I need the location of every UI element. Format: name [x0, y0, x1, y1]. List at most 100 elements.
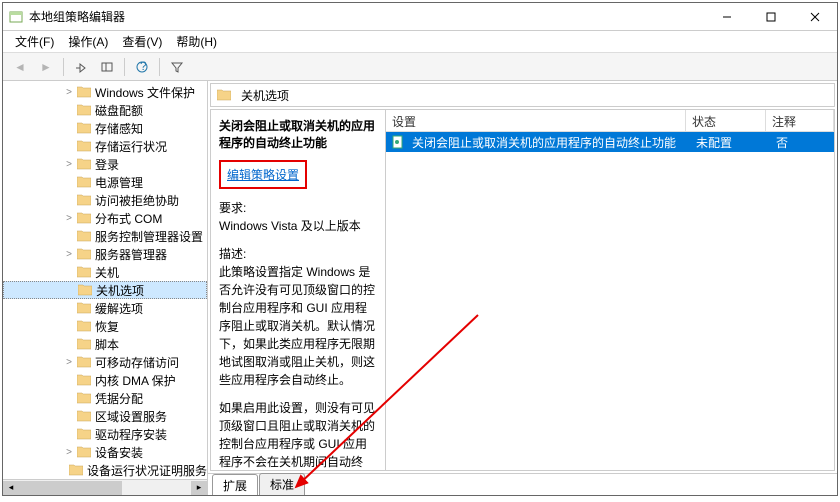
folder-icon	[77, 410, 91, 422]
list-rows: 关闭会阻止或取消关机的应用程序的自动终止功能 未配置 否	[386, 132, 834, 470]
expand-icon[interactable]	[63, 338, 75, 350]
tree-item[interactable]: 访问被拒绝协助	[3, 191, 207, 209]
expand-icon[interactable]: >	[63, 212, 75, 224]
tree-item[interactable]: > 分布式 COM	[3, 209, 207, 227]
col-setting[interactable]: 设置	[386, 110, 686, 131]
details-pane: 关机选项 关闭会阻止或取消关机的应用程序的自动终止功能 编辑策略设置 要求: W…	[208, 81, 837, 495]
expand-icon[interactable]	[64, 284, 76, 296]
expand-icon[interactable]	[63, 194, 75, 206]
menu-action[interactable]: 操作(A)	[62, 31, 114, 52]
expand-icon[interactable]	[63, 302, 75, 314]
tree-label: 电源管理	[95, 174, 143, 191]
scroll-track[interactable]	[19, 481, 191, 495]
folder-icon	[69, 464, 83, 476]
scroll-right-button[interactable]: ▸	[191, 481, 207, 495]
tree-label: 访问被拒绝协助	[95, 192, 179, 209]
tree-item[interactable]: 电源管理	[3, 173, 207, 191]
tab-extended[interactable]: 扩展	[212, 474, 258, 495]
app-window: 本地组策略编辑器 文件(F) 操作(A) 查看(V) 帮助(H) ◄ ► ? >…	[2, 2, 838, 496]
scroll-thumb[interactable]	[19, 481, 122, 495]
row-setting: 关闭会阻止或取消关机的应用程序的自动终止功能	[410, 134, 690, 151]
tree-item[interactable]: 恢复	[3, 317, 207, 335]
edit-link-highlight: 编辑策略设置	[219, 160, 307, 189]
maximize-button[interactable]	[749, 3, 793, 31]
tree-item[interactable]: 关机选项	[3, 281, 207, 299]
req-value: Windows Vista 及以上版本	[219, 217, 377, 235]
tree-item[interactable]: 存储感知	[3, 119, 207, 137]
tree-item[interactable]: >可移动存储访问	[3, 353, 207, 371]
expand-icon[interactable]	[63, 176, 75, 188]
up-button[interactable]	[70, 56, 92, 78]
expand-icon[interactable]	[63, 428, 75, 440]
expand-icon[interactable]	[63, 374, 75, 386]
toolbar-separator	[124, 58, 125, 76]
tree-label: Windows 文件保护	[95, 84, 195, 101]
tree-item[interactable]: 缓解选项	[3, 299, 207, 317]
tree-item[interactable]: >服务器管理器	[3, 245, 207, 263]
expand-icon[interactable]	[63, 140, 75, 152]
edit-policy-link[interactable]: 编辑策略设置	[227, 168, 299, 182]
tree-item[interactable]: 磁盘配额	[3, 101, 207, 119]
expand-icon[interactable]	[63, 266, 75, 278]
tree-item[interactable]: 设备运行状况证明服务	[3, 461, 207, 479]
folder-icon	[77, 86, 91, 98]
folder-icon	[78, 284, 92, 296]
show-hide-button[interactable]	[96, 56, 118, 78]
folder-icon	[77, 356, 91, 368]
col-comment[interactable]: 注释	[766, 110, 834, 131]
tree-item[interactable]: 区域设置服务	[3, 407, 207, 425]
folder-icon	[77, 428, 91, 440]
tree-item[interactable]: 驱动程序安装	[3, 425, 207, 443]
folder-icon	[77, 212, 91, 224]
tree-label: 区域设置服务	[95, 408, 167, 425]
tree-item[interactable]: >登录	[3, 155, 207, 173]
tree-item[interactable]: >设备安装	[3, 443, 207, 461]
tree-item[interactable]: 内核 DMA 保护	[3, 371, 207, 389]
close-button[interactable]	[793, 3, 837, 31]
back-button[interactable]: ◄	[9, 56, 31, 78]
window-controls	[705, 3, 837, 31]
expand-icon[interactable]	[63, 230, 75, 242]
forward-button[interactable]: ►	[35, 56, 57, 78]
tree-label: 分布式 COM	[95, 210, 162, 227]
details-body: 关闭会阻止或取消关机的应用程序的自动终止功能 编辑策略设置 要求: Window…	[210, 109, 835, 471]
filter-button[interactable]	[166, 56, 188, 78]
tree-item[interactable]: > Windows 文件保护	[3, 83, 207, 101]
row-comment: 否	[770, 134, 834, 151]
help-button[interactable]: ?	[131, 56, 153, 78]
tree-scroll[interactable]: > Windows 文件保护磁盘配额存储感知存储运行状况>登录电源管理访问被拒绝协…	[3, 81, 207, 479]
expand-icon[interactable]: >	[63, 158, 75, 170]
folder-icon	[77, 392, 91, 404]
expand-icon[interactable]	[63, 104, 75, 116]
menu-help[interactable]: 帮助(H)	[170, 31, 223, 52]
expand-icon[interactable]: >	[63, 446, 75, 458]
tree-item[interactable]: 存储运行状况	[3, 137, 207, 155]
tree-label: 服务控制管理器设置	[95, 228, 203, 245]
expand-icon[interactable]	[63, 320, 75, 332]
minimize-button[interactable]	[705, 3, 749, 31]
tree-item[interactable]: 关机	[3, 263, 207, 281]
expand-icon[interactable]: >	[63, 356, 75, 368]
tree-item[interactable]: 凭据分配	[3, 389, 207, 407]
folder-icon	[77, 266, 91, 278]
expand-icon[interactable]: >	[63, 248, 75, 260]
expand-icon[interactable]	[63, 392, 75, 404]
tree-item[interactable]: 脚本	[3, 335, 207, 353]
col-state[interactable]: 状态	[686, 110, 766, 131]
menu-view[interactable]: 查看(V)	[116, 31, 168, 52]
scroll-left-button[interactable]: ◂	[3, 481, 19, 495]
tree-item[interactable]: 服务控制管理器设置	[3, 227, 207, 245]
tab-standard[interactable]: 标准	[259, 473, 305, 495]
expand-icon[interactable]	[63, 122, 75, 134]
folder-icon	[77, 104, 91, 116]
details-header: 关机选项	[210, 83, 835, 107]
folder-icon	[77, 302, 91, 314]
expand-icon[interactable]	[63, 464, 67, 476]
list-row[interactable]: 关闭会阻止或取消关机的应用程序的自动终止功能 未配置 否	[386, 132, 834, 152]
expand-icon[interactable]: >	[63, 86, 75, 98]
tree-label: 恢复	[95, 318, 119, 335]
tree-pane: > Windows 文件保护磁盘配额存储感知存储运行状况>登录电源管理访问被拒绝协…	[3, 81, 208, 495]
expand-icon[interactable]	[63, 410, 75, 422]
tree-hscrollbar[interactable]: ◂ ▸	[3, 479, 207, 495]
menu-file[interactable]: 文件(F)	[9, 31, 60, 52]
